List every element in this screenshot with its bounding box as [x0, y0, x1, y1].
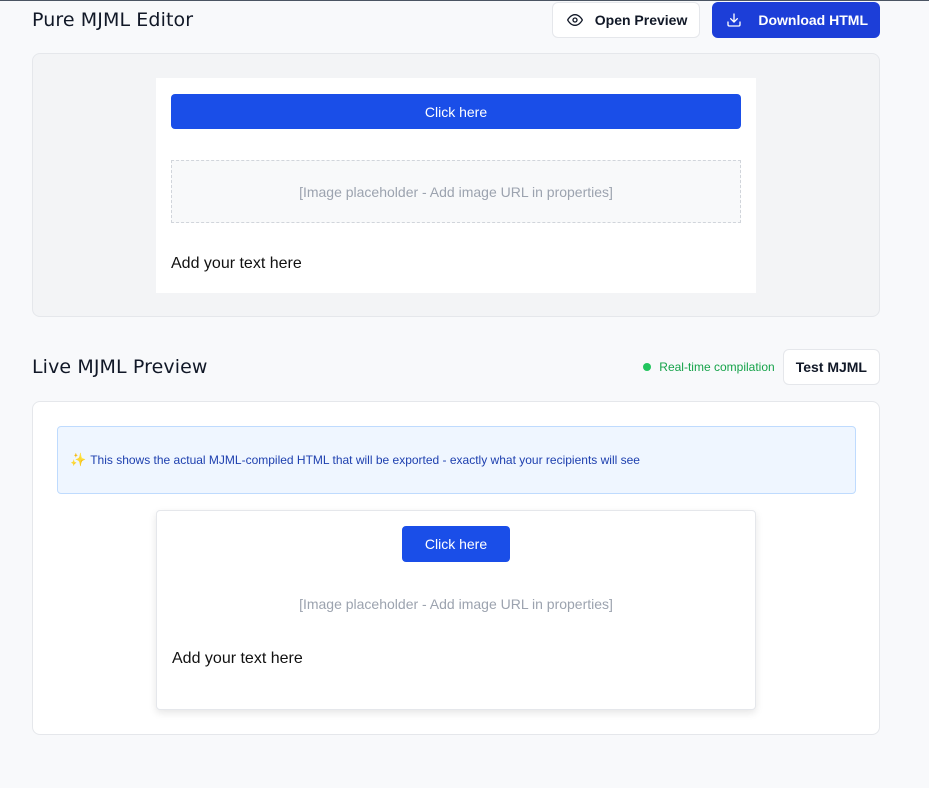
editor-canvas: Click here [Image placeholder - Add imag…	[32, 53, 880, 317]
preview-image-placeholder: [Image placeholder - Add image URL in pr…	[299, 596, 613, 612]
sparkle-icon: ✨	[70, 452, 87, 467]
test-mjml-button[interactable]: Test MJML	[782, 349, 880, 385]
download-html-button[interactable]: Download HTML	[712, 2, 880, 38]
editor-email-body: Click here [Image placeholder - Add imag…	[156, 78, 756, 293]
preview-text-block: Add your text here	[172, 650, 303, 667]
preview-email-body: Click here [Image placeholder - Add imag…	[156, 510, 756, 710]
editor-text-block[interactable]: Add your text here	[171, 255, 302, 273]
preview-header: Live MJML Preview Real-time compilation …	[32, 349, 880, 385]
header-actions: Open Preview Download HTML	[551, 2, 880, 38]
preview-title: Live MJML Preview	[32, 356, 208, 378]
editor-image-placeholder[interactable]: [Image placeholder - Add image URL in pr…	[171, 160, 741, 223]
editor-image-placeholder-text: [Image placeholder - Add image URL in pr…	[299, 183, 613, 200]
info-banner: ✨ This shows the actual MJML-compiled HT…	[57, 426, 856, 494]
editor-email-button[interactable]: Click here	[171, 94, 741, 129]
download-icon	[724, 10, 744, 30]
open-preview-label: Open Preview	[594, 12, 688, 28]
status-text: Real-time compilation	[659, 360, 775, 374]
eye-icon	[565, 10, 585, 30]
download-html-label: Download HTML	[758, 12, 868, 28]
info-text: This shows the actual MJML-compiled HTML…	[90, 453, 640, 467]
status-dot-icon	[643, 363, 652, 371]
preview-email-button[interactable]: Click here	[402, 526, 510, 562]
preview-actions: Real-time compilation Test MJML	[643, 349, 880, 385]
compilation-status: Real-time compilation	[643, 360, 775, 374]
top-border	[0, 0, 929, 1]
editor-header: Pure MJML Editor Open Preview Download H…	[32, 2, 880, 38]
preview-card: ✨ This shows the actual MJML-compiled HT…	[32, 401, 880, 735]
open-preview-button[interactable]: Open Preview	[551, 2, 701, 38]
editor-title: Pure MJML Editor	[32, 9, 194, 31]
